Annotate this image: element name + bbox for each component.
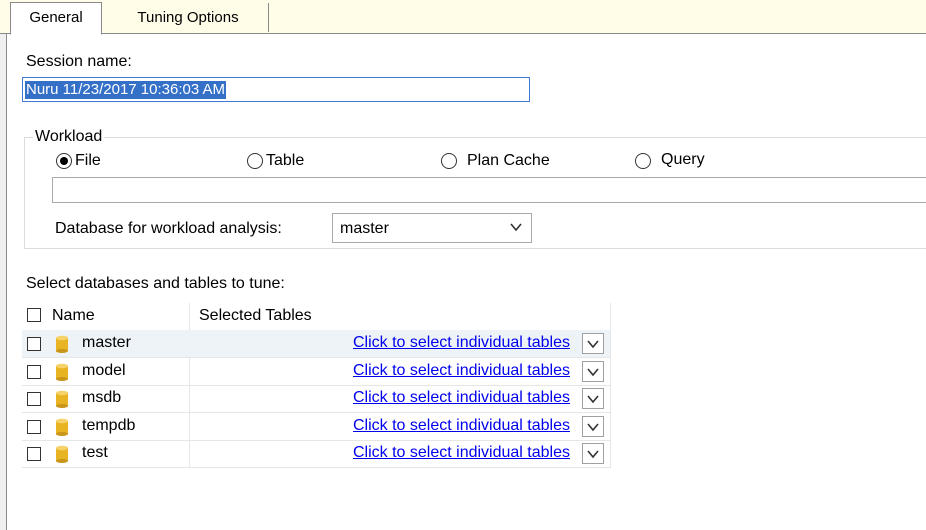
- row-dropdown-button[interactable]: [582, 443, 604, 464]
- chevron-down-icon: [587, 395, 599, 404]
- row-name: master: [82, 334, 131, 351]
- db-workload-select[interactable]: master: [332, 213, 532, 243]
- database-cylinder-icon: [56, 335, 68, 353]
- select-tables-link[interactable]: Click to select individual tables: [353, 417, 570, 435]
- table-row[interactable]: test Click to select individual tables: [22, 440, 610, 468]
- row-dropdown-button[interactable]: [582, 333, 604, 354]
- database-cylinder-icon: [56, 418, 68, 436]
- row-checkbox[interactable]: [27, 420, 41, 434]
- grid-caption: Select databases and tables to tune:: [26, 275, 285, 292]
- row-dropdown-button[interactable]: [582, 388, 604, 409]
- radio-file-label: File: [75, 152, 101, 169]
- database-cylinder-icon: [56, 363, 68, 381]
- table-row[interactable]: model Click to select individual tables: [22, 358, 610, 386]
- row-name: tempdb: [82, 417, 136, 434]
- table-row[interactable]: msdb Click to select individual tables: [22, 385, 610, 413]
- radio-file[interactable]: [56, 153, 72, 169]
- chevron-down-icon: [587, 450, 599, 459]
- table-row[interactable]: tempdb Click to select individual tables: [22, 413, 610, 441]
- select-tables-link[interactable]: Click to select individual tables: [353, 389, 570, 407]
- db-workload-label: Database for workload analysis:: [55, 220, 282, 237]
- column-header-name[interactable]: Name: [52, 303, 95, 329]
- chevron-down-icon: [587, 340, 599, 349]
- row-name: msdb: [82, 389, 122, 406]
- chevron-down-icon: [587, 368, 599, 377]
- tab-general[interactable]: General: [10, 2, 102, 35]
- row-name: model: [82, 362, 126, 379]
- radio-table-label: Table: [266, 152, 305, 169]
- row-dropdown-button[interactable]: [582, 361, 604, 382]
- row-name: test: [82, 444, 108, 461]
- chevron-down-icon: [510, 223, 522, 232]
- database-cylinder-icon: [56, 390, 68, 408]
- row-checkbox[interactable]: [27, 337, 41, 351]
- radio-query-label: Query: [661, 151, 705, 168]
- row-dropdown-button[interactable]: [582, 416, 604, 437]
- workload-legend: Workload: [33, 128, 105, 146]
- workload-file-input[interactable]: [52, 177, 926, 203]
- radio-query[interactable]: [635, 153, 651, 169]
- select-tables-link[interactable]: Click to select individual tables: [353, 334, 570, 352]
- select-tables-link[interactable]: Click to select individual tables: [353, 444, 570, 462]
- select-tables-link[interactable]: Click to select individual tables: [353, 362, 570, 380]
- chevron-down-icon: [587, 423, 599, 432]
- select-all-checkbox[interactable]: [27, 308, 41, 322]
- session-name-value: Nuru 11/23/2017 10:36:03 AM: [25, 81, 227, 99]
- column-header-selected-tables[interactable]: Selected Tables: [199, 303, 312, 329]
- row-checkbox[interactable]: [27, 392, 41, 406]
- radio-plan-cache-label: Plan Cache: [467, 152, 550, 169]
- tab-tuning-options[interactable]: Tuning Options: [108, 3, 269, 32]
- window-left-edge: [0, 0, 7, 530]
- radio-table[interactable]: [247, 153, 263, 169]
- radio-plan-cache[interactable]: [441, 153, 457, 169]
- session-name-input[interactable]: Nuru 11/23/2017 10:36:03 AM: [22, 77, 530, 102]
- databases-grid: Name Selected Tables master Click to sel…: [22, 303, 611, 468]
- table-row[interactable]: master Click to select individual tables: [22, 330, 610, 358]
- database-cylinder-icon: [56, 445, 68, 463]
- row-checkbox[interactable]: [27, 447, 41, 461]
- session-name-label: Session name:: [26, 53, 132, 70]
- db-workload-selected: master: [340, 220, 389, 237]
- row-checkbox[interactable]: [27, 365, 41, 379]
